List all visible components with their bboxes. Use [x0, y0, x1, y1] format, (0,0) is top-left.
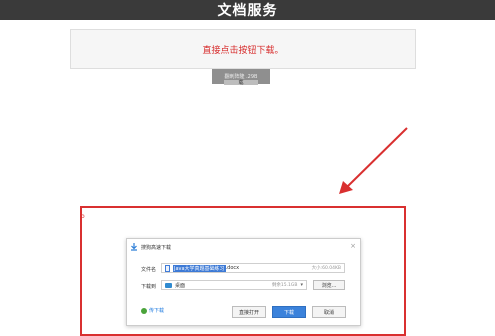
document-icon — [165, 264, 170, 272]
open-directly-button[interactable]: 直接打开 — [232, 306, 266, 318]
dialog-title: 搜狗高速下载 — [141, 244, 172, 251]
download-dialog: 搜狗高速下载 × 文件名 Java大学真题基础练习 .docx 大小:60.04… — [126, 238, 361, 326]
destination-name: 桌面 — [175, 282, 186, 289]
send-to-phone-link[interactable]: 传下载 — [141, 307, 164, 314]
browse-label: 浏览... — [321, 282, 337, 289]
frame-mark: o — [81, 213, 85, 220]
close-icon[interactable]: × — [350, 242, 356, 250]
open-button-label: 直接打开 — [238, 309, 259, 316]
cancel-label: 取消 — [323, 309, 334, 316]
file-name-field[interactable]: Java大学真题基础练习 .docx 大小:60.04KB — [161, 263, 345, 273]
destination-free-space: 剩余15.1GB — [271, 283, 298, 288]
cancel-button[interactable]: 取消 — [312, 306, 346, 318]
phone-link-label: 传下载 — [149, 308, 165, 314]
confirm-download-button[interactable]: 下载 — [272, 306, 306, 318]
dialog-title-bar: 搜狗高速下载 — [130, 242, 171, 252]
phone-icon — [141, 307, 147, 314]
destination-select[interactable]: 桌面 剩余15.1GB ▾ — [161, 280, 307, 290]
file-size: 大小:60.04KB — [311, 266, 341, 271]
download-label: 下载 — [283, 309, 294, 316]
file-name-highlighted: Java大学真题基础练习 — [173, 264, 226, 272]
file-name-label: 文件名 — [141, 267, 157, 273]
destination-label: 下载到 — [141, 284, 157, 290]
folder-icon — [165, 282, 172, 288]
download-arrow-icon — [131, 243, 137, 251]
chevron-down-icon: ▾ — [300, 282, 303, 288]
file-name-ext: .docx — [225, 265, 240, 271]
browse-button[interactable]: 浏览... — [313, 280, 345, 290]
